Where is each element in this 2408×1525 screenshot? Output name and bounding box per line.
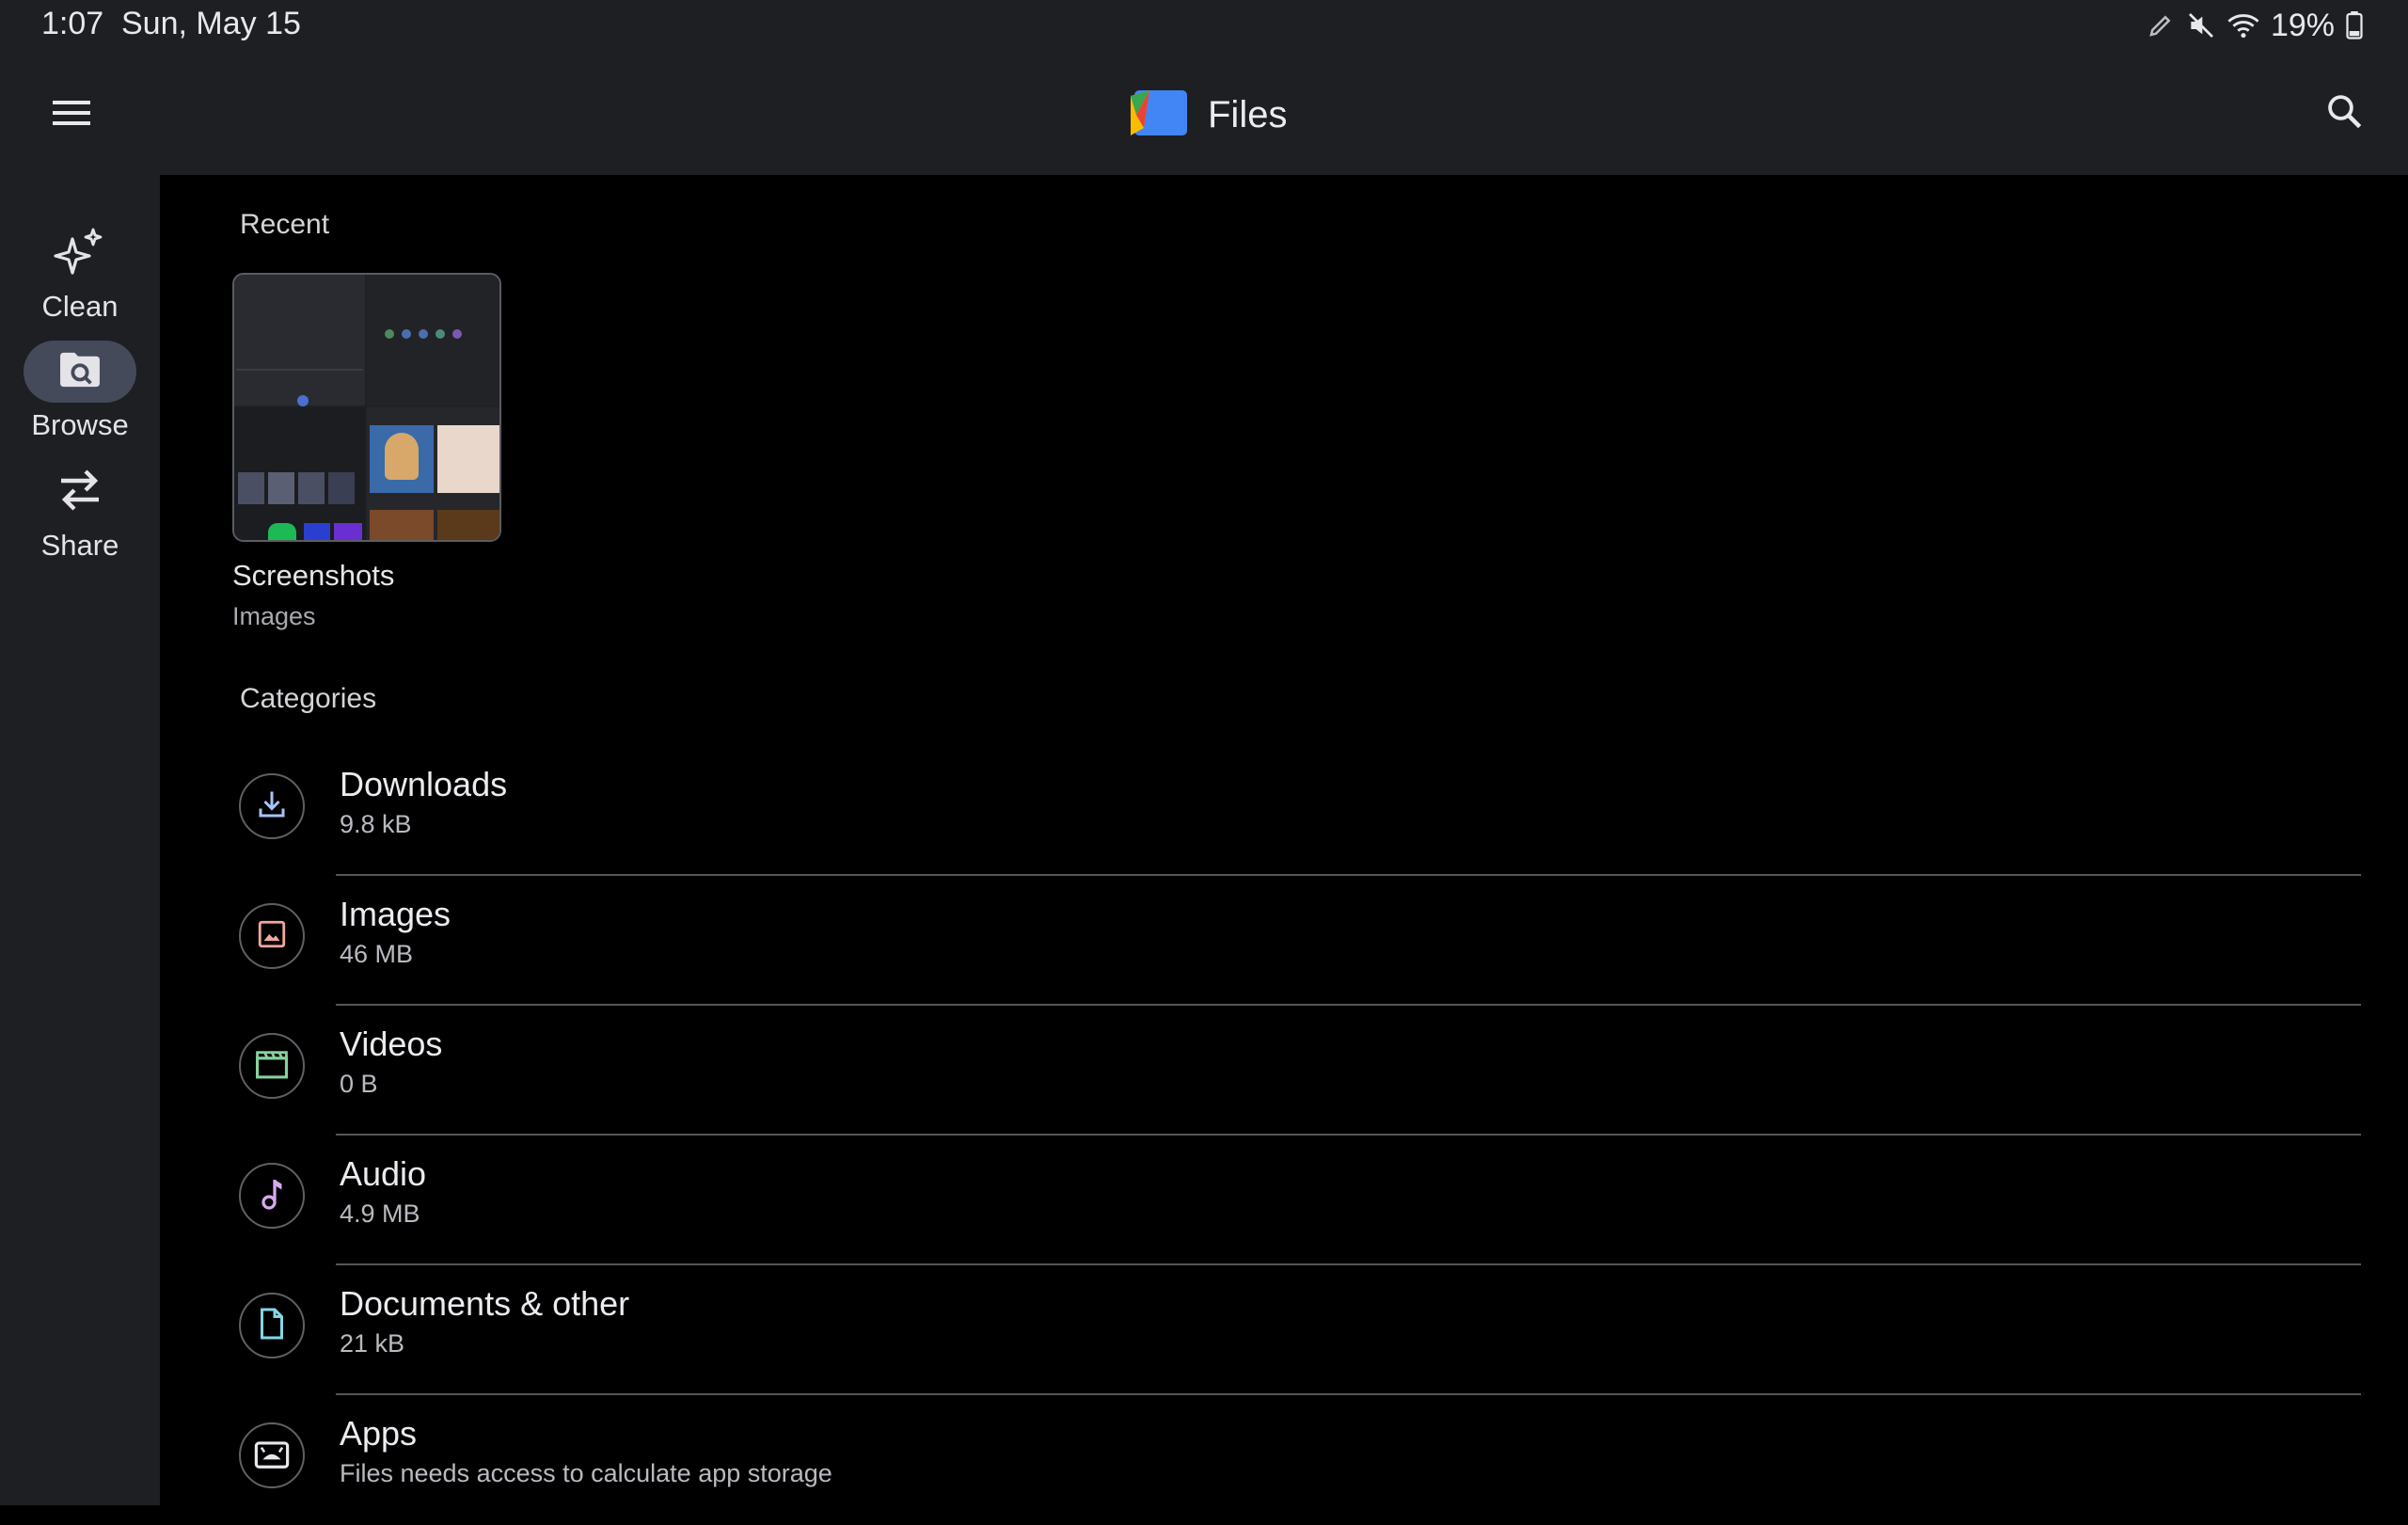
category-icon-container <box>239 1293 305 1358</box>
nav-label-browse: Browse <box>31 408 129 441</box>
thumbnail-dot <box>402 329 411 339</box>
thumbnail-tile <box>437 425 499 493</box>
category-icon-container <box>239 1422 305 1488</box>
category-size: 0 B <box>340 1070 378 1098</box>
category-icon-container <box>239 1033 305 1099</box>
thumbnail-tile <box>370 510 434 540</box>
category-row-apps[interactable]: Apps Files needs access to calculate app… <box>216 1395 2361 1525</box>
app-title-group: Files <box>1129 87 1287 143</box>
thumbnail-dot <box>419 329 428 339</box>
folder-search-icon <box>58 351 102 393</box>
nav-icon-container <box>24 341 136 403</box>
category-name: Downloads <box>340 765 508 803</box>
category-row-videos[interactable]: Videos 0 B <box>216 1006 2361 1136</box>
category-name: Audio <box>340 1154 427 1193</box>
thumbnail-tile <box>268 523 296 540</box>
category-icon-container <box>239 903 305 969</box>
thumbnail-dot <box>436 329 445 339</box>
status-time: 1:07 <box>41 6 104 41</box>
thumbnail-tile <box>437 510 499 540</box>
thumbnail-line <box>236 369 363 371</box>
category-name: Videos <box>340 1025 443 1063</box>
wifi-icon <box>2227 11 2259 40</box>
download-icon <box>255 787 289 826</box>
menu-button[interactable] <box>43 87 100 143</box>
thumbnail-tile <box>268 472 294 504</box>
nav-item-share[interactable]: Share <box>0 461 160 563</box>
category-size: 21 kB <box>340 1329 405 1358</box>
music-note-icon <box>258 1177 286 1215</box>
category-row-audio[interactable]: Audio 4.9 MB <box>216 1136 2361 1265</box>
category-row-documents[interactable]: Documents & other 21 kB <box>216 1265 2361 1395</box>
search-icon <box>2324 91 2364 135</box>
sparkle-icon <box>54 228 106 279</box>
nav-item-clean[interactable]: Clean <box>0 222 160 324</box>
category-detail: Files needs access to calculate app stor… <box>340 1459 832 1487</box>
category-size: 46 MB <box>340 940 414 968</box>
category-row-downloads[interactable]: Downloads 9.8 kB <box>216 746 2361 876</box>
thumbnail-tile <box>385 433 419 480</box>
nav-icon-container <box>24 222 136 284</box>
category-icon-container <box>239 1163 305 1229</box>
thumbnail-tile <box>328 472 355 504</box>
android-apps-icon <box>254 1438 290 1473</box>
thumbnail-dot <box>297 395 309 406</box>
recent-item-type: Images <box>232 602 316 630</box>
document-icon <box>258 1307 286 1345</box>
thumbnail-tile <box>298 472 325 504</box>
category-name: Apps <box>340 1414 418 1453</box>
pen-icon <box>2147 11 2175 40</box>
search-button[interactable] <box>2314 83 2374 143</box>
image-icon <box>256 918 288 955</box>
status-date: Sun, May 15 <box>121 6 301 41</box>
menu-icon <box>53 99 90 132</box>
mute-icon <box>2186 10 2216 40</box>
files-logo-icon <box>1129 87 1189 144</box>
thumbnail-tile <box>234 275 365 405</box>
nav-icon-container <box>24 461 136 523</box>
categories-heading: Categories <box>240 683 377 714</box>
thumbnail-dot <box>452 329 462 339</box>
battery-percentage: 19% <box>2270 7 2335 43</box>
category-size: 4.9 MB <box>340 1199 420 1228</box>
thumbnail-tile <box>238 472 264 504</box>
thumbnail-tile <box>367 275 499 405</box>
nav-item-browse[interactable]: Browse <box>0 341 160 442</box>
category-name: Images <box>340 895 452 933</box>
swap-icon <box>57 469 103 516</box>
thumbnail-tile <box>304 523 330 540</box>
category-size: 9.8 kB <box>340 810 412 838</box>
thumbnail-tile <box>334 523 362 540</box>
recent-heading: Recent <box>240 209 330 240</box>
recent-item-name: Screenshots <box>232 559 395 592</box>
category-name: Documents & other <box>340 1284 630 1323</box>
status-icons: 19% <box>2147 6 2363 45</box>
battery-icon <box>2346 11 2363 40</box>
category-icon-container <box>239 773 305 839</box>
app-title: Files <box>1208 93 1288 135</box>
thumbnail-dot <box>385 329 394 339</box>
clapperboard-icon <box>254 1048 290 1085</box>
nav-label-clean: Clean <box>41 290 119 323</box>
category-row-images[interactable]: Images 46 MB <box>216 876 2361 1006</box>
recent-screenshots-thumbnail[interactable] <box>232 273 501 542</box>
nav-label-share: Share <box>40 529 119 562</box>
